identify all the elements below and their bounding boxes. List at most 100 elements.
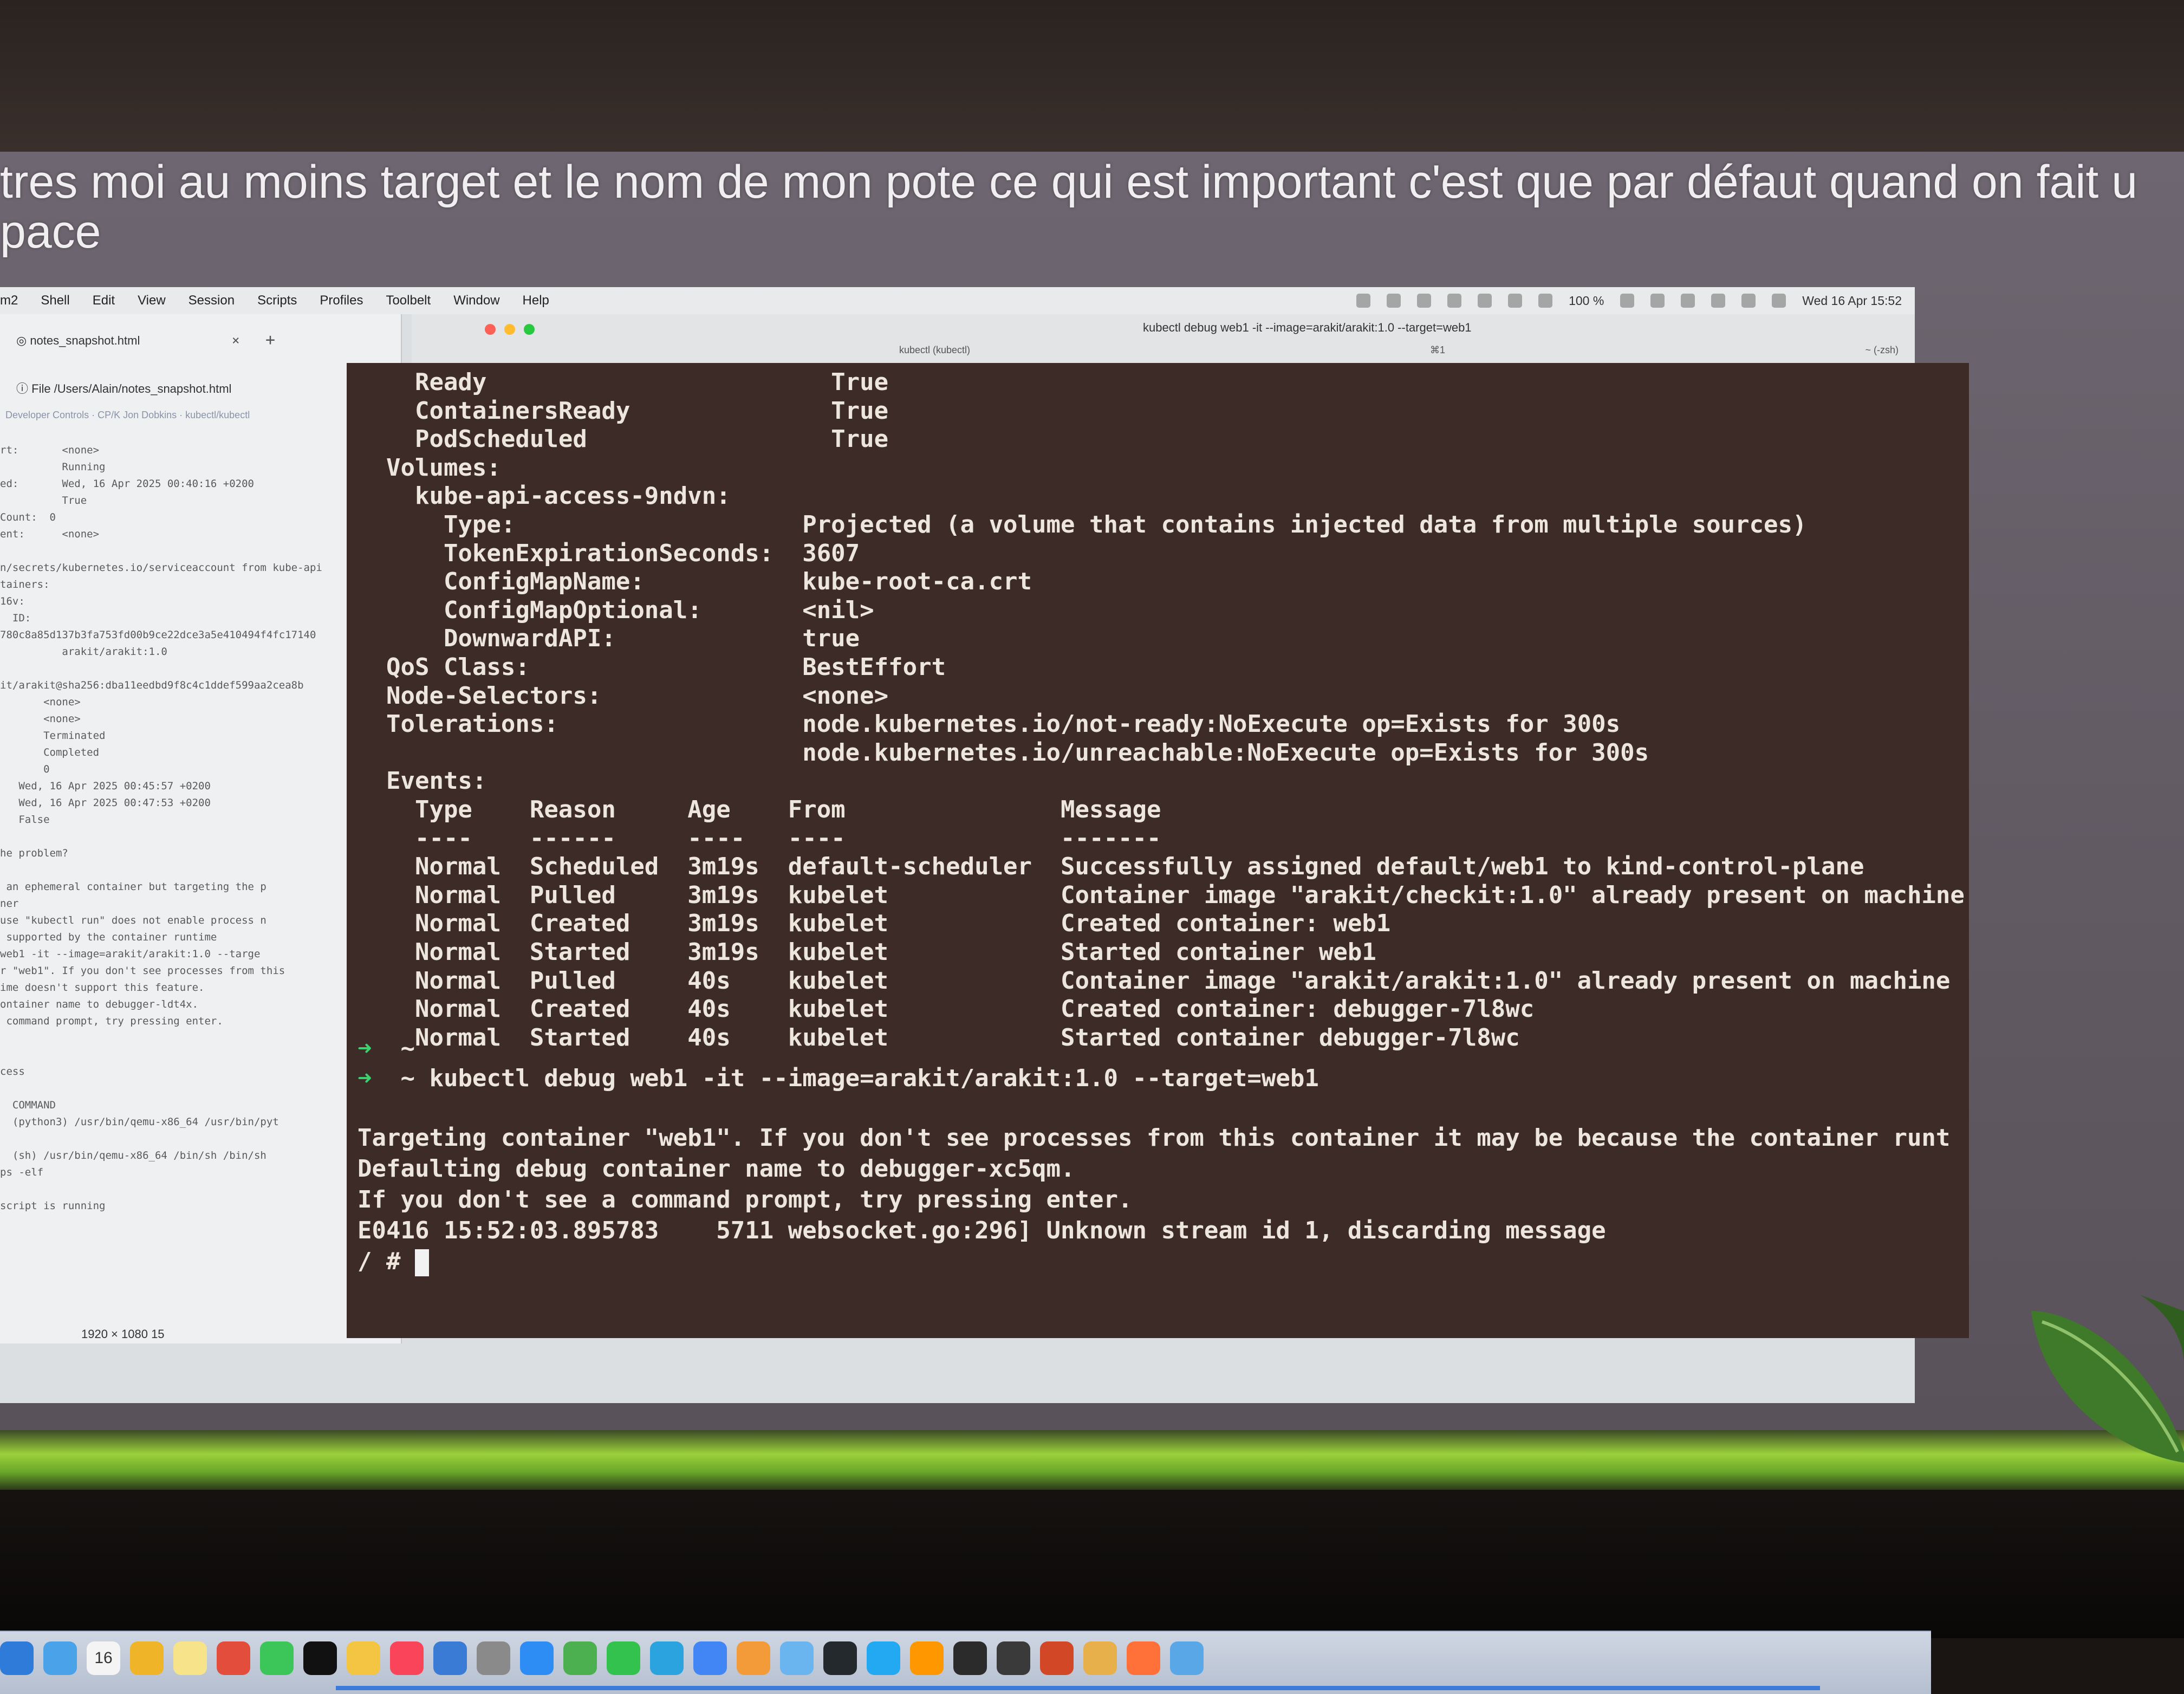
terminal-line: DownwardAPI: true <box>358 625 860 653</box>
chrome-alt-icon[interactable] <box>693 1641 727 1675</box>
page-text-line: ontainer name to debugger-ldt4x. <box>0 998 199 1010</box>
menu-session[interactable]: Session <box>188 293 235 308</box>
firefox-icon[interactable] <box>1127 1641 1160 1675</box>
terminal-tab[interactable]: kubectl (kubectl) <box>899 345 970 356</box>
stickies-icon[interactable] <box>173 1641 207 1675</box>
terminal-icon[interactable] <box>953 1641 987 1675</box>
siri-icon[interactable] <box>1772 294 1786 308</box>
messages-icon[interactable] <box>607 1641 640 1675</box>
terminal-line: Volumes: <box>358 453 501 482</box>
page-text-line: web1 -it --image=arakit/arakit:1.0 --tar… <box>0 948 261 960</box>
url-bar[interactable]: ⓘ File /Users/Alain/notes_snapshot.html <box>16 379 231 397</box>
keynote-icon[interactable] <box>433 1641 467 1675</box>
telegram-icon[interactable] <box>650 1641 684 1675</box>
moon-icon[interactable] <box>1447 294 1462 308</box>
page-text-line: ner <box>0 898 19 910</box>
menu-toolbelt[interactable]: Toolbelt <box>386 293 431 308</box>
vscode-icon[interactable] <box>867 1641 900 1675</box>
clock-icon[interactable] <box>1650 294 1665 308</box>
chrome-icon[interactable] <box>217 1641 250 1675</box>
menu-scripts[interactable]: Scripts <box>257 293 297 308</box>
photos-icon[interactable] <box>347 1641 380 1675</box>
page-text-line: 780c8a85d137b3fa753fd00b9ce22dce3a5e4104… <box>0 629 316 641</box>
search-icon[interactable] <box>1711 294 1726 308</box>
command-line: ~ kubectl debug web1 -it --image=arakit/… <box>372 1065 1319 1092</box>
mac-desktop: m2 Shell Edit View Session Scripts Profi… <box>0 287 1969 1694</box>
page-text-line: ent: <none> <box>0 528 100 540</box>
page-text-line: Wed, 16 Apr 2025 00:45:57 +0200 <box>0 780 211 792</box>
menu-bar-status: 100 % Wed 16 Apr 15:52 <box>1356 287 1902 314</box>
preview-icon[interactable] <box>780 1641 814 1675</box>
tab-title: notes_snapshot.html <box>30 334 140 347</box>
status-icon[interactable] <box>1387 294 1401 308</box>
bluetooth-icon[interactable] <box>1538 294 1553 308</box>
page-text-line: n/secrets/kubernetes.io/serviceaccount f… <box>0 562 322 574</box>
text-cursor <box>414 1249 429 1276</box>
browser-window: ◎ notes_snapshot.html × + ⓘ File /Users/… <box>0 314 402 1343</box>
globe-icon: ◎ <box>16 334 30 347</box>
page-text-line: 0 <box>0 763 50 775</box>
sublime-merge-icon[interactable] <box>737 1641 770 1675</box>
page-text-line: COMMAND <box>0 1099 56 1111</box>
appletv-icon[interactable] <box>303 1641 337 1675</box>
iterm-window: kubectl debug web1 -it --image=arakit/ar… <box>347 314 1969 1403</box>
finder-alt-icon[interactable] <box>1170 1641 1204 1675</box>
page-text-line <box>0 663 401 679</box>
bookmarks-bar[interactable]: Developer Controls · CP/K Jon Dobkins · … <box>5 410 250 421</box>
menu-view[interactable]: View <box>138 293 166 308</box>
page-text-line: arakit/arakit:1.0 <box>0 646 167 658</box>
zoom-icon[interactable] <box>524 324 535 335</box>
calendar-icon[interactable]: 16 <box>87 1641 120 1675</box>
sublime-icon[interactable] <box>910 1641 944 1675</box>
close-icon[interactable] <box>485 324 496 335</box>
safari-icon[interactable] <box>43 1641 77 1675</box>
page-text-line: ime doesn't support this feature. <box>0 982 205 994</box>
terminal-line: Type Reason Age From Message <box>358 796 1161 823</box>
iterm-icon[interactable] <box>997 1641 1030 1675</box>
page-text-line <box>0 1032 401 1049</box>
minimize-icon[interactable] <box>504 324 515 335</box>
menu-shell[interactable]: Shell <box>41 293 69 308</box>
status-icon[interactable] <box>1356 294 1371 308</box>
slack-icon[interactable] <box>1083 1641 1117 1675</box>
settings-icon[interactable] <box>477 1641 510 1675</box>
tab-close-button[interactable]: × <box>232 333 239 348</box>
wifi-icon[interactable] <box>1681 294 1695 308</box>
page-content: rt: <none> Running ed: Wed, 16 Apr 2025 0… <box>0 444 401 1217</box>
terminal-line: QoS Class: BestEffort <box>358 653 946 681</box>
volume-icon[interactable] <box>1508 294 1523 308</box>
terminal-line: Node-Selectors: <none> <box>358 682 889 710</box>
page-text-line <box>0 1133 401 1150</box>
powerpoint-icon[interactable] <box>1040 1641 1074 1675</box>
github-icon[interactable] <box>823 1641 857 1675</box>
keyboard-icon[interactable] <box>1478 294 1492 308</box>
dock-highlight-bar <box>336 1686 1820 1690</box>
robinhood-icon[interactable] <box>563 1641 597 1675</box>
battery-icon[interactable] <box>1620 294 1635 308</box>
menu-help[interactable]: Help <box>523 293 549 308</box>
terminal-line: PodScheduled True <box>358 425 889 453</box>
menu-clock[interactable]: Wed 16 Apr 15:52 <box>1802 294 1902 308</box>
shell-prompt: / # <box>358 1248 415 1275</box>
menu-profiles[interactable]: Profiles <box>320 293 363 308</box>
terminal-line: ConfigMapOptional: <nil> <box>358 596 874 624</box>
page-text-line <box>0 1183 401 1200</box>
status-icon[interactable] <box>1417 294 1432 308</box>
browser-tab[interactable]: ◎ notes_snapshot.html <box>16 334 140 348</box>
appstore-icon[interactable] <box>520 1641 554 1675</box>
prompt-arrow-icon: ➜ <box>358 1065 372 1092</box>
facetime-icon[interactable] <box>260 1641 294 1675</box>
new-tab-button[interactable]: + <box>265 330 275 349</box>
menu-window[interactable]: Window <box>453 293 499 308</box>
control-center-icon[interactable] <box>1741 294 1756 308</box>
music-icon[interactable] <box>390 1641 424 1675</box>
tab-shortcut: ⌘1 <box>1430 345 1446 355</box>
notes-icon[interactable] <box>130 1641 164 1675</box>
page-text-line: an ephemeral container but targeting the… <box>0 881 266 893</box>
terminal-output[interactable]: ➜ ~ ➜ ~ kubectl debug web1 -it --image=a… <box>347 363 1969 1338</box>
shell-tab[interactable]: ~ (-zsh) <box>1865 345 1899 356</box>
finder-icon[interactable] <box>0 1641 34 1675</box>
menu-edit[interactable]: Edit <box>93 293 115 308</box>
menu-app[interactable]: m2 <box>0 293 18 308</box>
page-text-line: Terminated <box>0 730 106 742</box>
